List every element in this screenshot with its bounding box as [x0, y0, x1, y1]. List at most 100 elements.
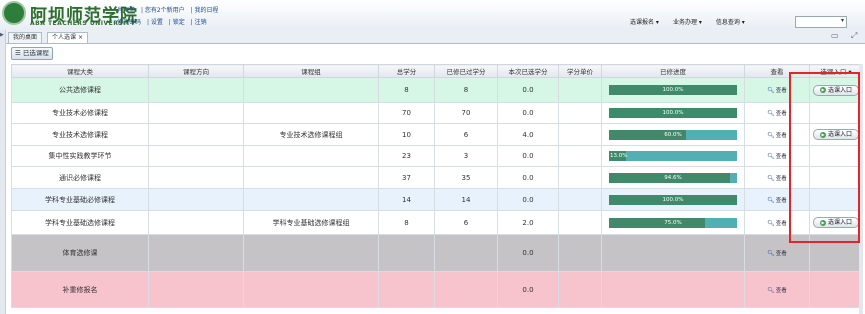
view-link[interactable]: 🔍︎查看 [767, 87, 787, 94]
course-entry-button[interactable]: ▶ 选课入口 [812, 217, 859, 228]
logout-link[interactable]: | 注销 [191, 19, 207, 26]
selected-credits-cell: 0.0 [497, 271, 559, 308]
view-cell: 🔍︎查看 [744, 188, 810, 211]
progress-text: 60.0% [664, 131, 682, 138]
total-credits-cell [378, 234, 435, 272]
view-link[interactable]: 🔍︎查看 [767, 220, 787, 227]
category-cell: 学科专业基础选修课程 [11, 210, 149, 235]
view-link[interactable]: 🔍︎查看 [767, 132, 787, 139]
col-entry[interactable]: 选课入口 ▾ [809, 64, 863, 78]
progress-text: 100.0% [662, 196, 684, 203]
table-row: 学科专业基础必修课程 14 14 0.0 100.0% 🔍︎查看 [11, 188, 863, 211]
menu-info-query[interactable]: 信息查询 [713, 15, 748, 29]
view-cell: 🔍︎查看 [744, 210, 810, 235]
col-group: 课程组 [243, 64, 379, 78]
table-row: 体育选修课 0.0 🔍︎查看 [11, 234, 863, 272]
price-cell [558, 102, 602, 124]
tab-close-icon[interactable]: × [78, 34, 83, 41]
progress-cell: 100.0% [601, 188, 745, 211]
view-label: 查看 [775, 154, 787, 160]
tab-course-selection[interactable]: 个人选课 × [47, 32, 88, 43]
progress-text: 75.0% [664, 219, 682, 226]
expand-icon[interactable]: ⤢ [851, 31, 857, 41]
view-link[interactable]: 🔍︎查看 [767, 153, 787, 160]
direction-cell [148, 102, 244, 124]
top-menu: 选课报名 业务办理 信息查询 [627, 15, 748, 29]
course-entry-button[interactable]: ▶ 选课入口 [812, 129, 859, 140]
view-link[interactable]: 🔍︎查看 [767, 110, 787, 117]
table-header-row: 课程大类 课程方向 课程组 总学分 已修已过学分 本次已选学分 学分单价 已修进… [11, 64, 863, 78]
magnifier-icon: 🔍︎ [767, 110, 775, 117]
menu-course-registration[interactable]: 选课报名 [627, 15, 662, 29]
view-cell: 🔍︎查看 [744, 145, 810, 167]
schedule-link[interactable]: | 我的日程 [191, 7, 219, 14]
play-icon: ▶ [819, 219, 826, 226]
view-link[interactable]: 🔍︎查看 [767, 174, 787, 182]
col-view: 查看 [744, 64, 810, 78]
passed-credits-cell [434, 271, 498, 308]
view-cell: 🔍︎查看 [744, 102, 810, 124]
progress-bar: 100.0% [609, 108, 737, 118]
scrollbar-track[interactable] [859, 64, 863, 314]
category-cell: 专业技术选修课程 [11, 123, 149, 146]
magnifier-icon: 🔍︎ [767, 153, 775, 160]
view-cell: 🔍︎查看 [744, 77, 810, 103]
view-link[interactable]: 🔍︎查看 [767, 287, 787, 294]
header-select[interactable] [795, 16, 847, 28]
col-direction: 课程方向 [148, 64, 244, 78]
view-link[interactable]: 🔍︎查看 [767, 197, 787, 204]
progress-text: 100.0% [662, 87, 684, 93]
new-users-link[interactable]: | 您有2个新用户 [141, 7, 185, 14]
play-icon: ▶ [819, 87, 826, 93]
table-row: 公共选修课程 8 8 0.0 100.0% 🔍︎查看 ▶ 选课入口 [11, 77, 863, 103]
progress-cell: 60.0% [601, 123, 745, 146]
price-cell [558, 145, 602, 167]
category-cell: 公共选修课程 [11, 77, 149, 103]
price-cell [558, 210, 602, 235]
passed-credits-cell: 70 [434, 102, 498, 124]
total-credits-cell: 8 [378, 77, 435, 103]
sort-arrow-icon: ▾ [848, 68, 852, 76]
change-password-link[interactable]: 修改密码 [117, 19, 141, 26]
col-selected-credits: 本次已选学分 [497, 64, 559, 78]
col-progress: 已修进度 [601, 64, 745, 78]
group-cell [243, 271, 379, 308]
progress-text: 94.6% [664, 174, 682, 181]
total-credits-cell: 10 [378, 123, 435, 146]
view-cell: 🔍︎查看 [744, 271, 810, 308]
selected-credits-cell: 2.0 [497, 210, 559, 235]
selected-credits-cell: 0.0 [497, 166, 559, 189]
direction-cell [148, 77, 244, 103]
entry-label: 选课入口 [827, 219, 852, 226]
view-link[interactable]: 🔍︎查看 [767, 250, 787, 257]
sidebar-toggle[interactable] [0, 30, 6, 314]
selected-courses-button[interactable]: ☰ 已选课程 [11, 47, 53, 60]
direction-cell [148, 271, 244, 308]
direction-cell [148, 123, 244, 146]
total-credits-cell: 23 [378, 145, 435, 167]
category-cell: 集中性实践教学环节 [11, 145, 149, 167]
tab-desktop[interactable]: 我的桌面 [8, 32, 43, 43]
entry-cell [809, 188, 863, 211]
selected-credits-cell: 4.0 [497, 123, 559, 146]
view-label: 查看 [775, 251, 787, 257]
col-passed-credits: 已修已过学分 [434, 64, 498, 78]
course-entry-button[interactable]: ▶ 选课入口 [812, 84, 859, 96]
magnifier-icon: 🔍︎ [767, 174, 775, 182]
magnifier-icon: 🔍︎ [767, 87, 775, 94]
total-credits-cell: 70 [378, 102, 435, 124]
price-cell [558, 188, 602, 211]
progress-text: 13.0% [610, 153, 628, 159]
lock-link[interactable]: | 锁定 [169, 19, 185, 26]
direction-cell [148, 210, 244, 235]
price-cell [558, 234, 602, 272]
collapse-icon[interactable]: ▭ [831, 31, 839, 40]
settings-link[interactable]: | 设置 [147, 19, 163, 26]
magnifier-icon: 🔍︎ [767, 250, 775, 257]
user-name-link[interactable]: 肖同学 [117, 7, 135, 14]
group-cell [243, 102, 379, 124]
total-credits-cell: 37 [378, 166, 435, 189]
col-credit-price: 学分单价 [558, 64, 602, 78]
menu-business[interactable]: 业务办理 [670, 15, 705, 29]
selected-credits-cell: 0.0 [497, 188, 559, 211]
